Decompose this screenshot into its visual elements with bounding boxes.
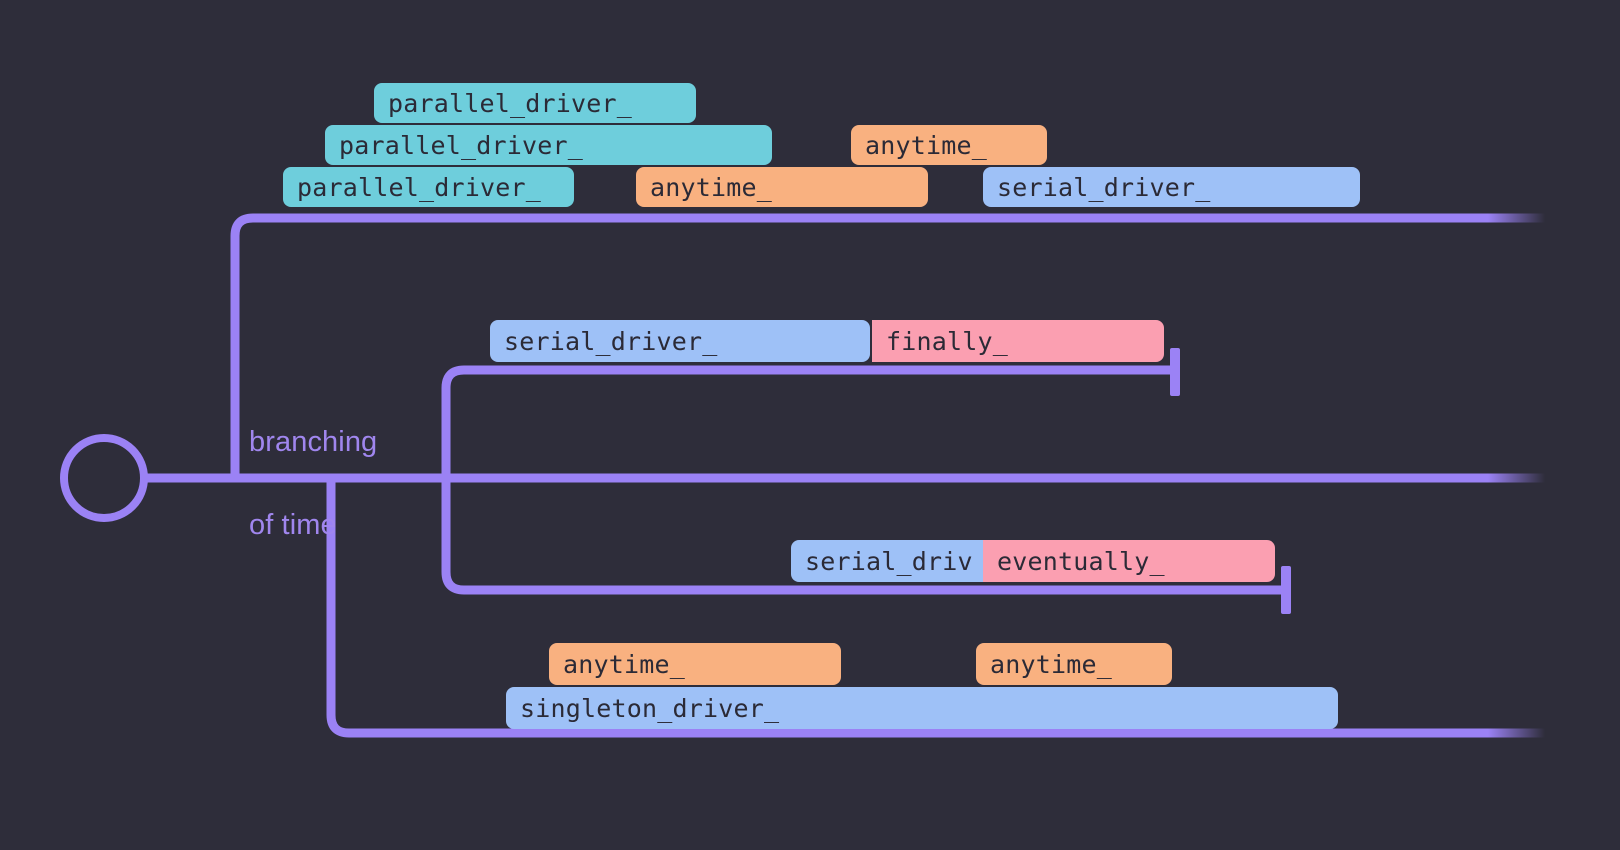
task-bar[interactable]: finally_ xyxy=(872,320,1164,362)
branch-main-fade xyxy=(1395,473,1545,483)
timeline-diagram: parallel_driver_ parallel_driver_ anytim… xyxy=(0,0,1620,850)
annotation-line-1: branching xyxy=(249,426,378,459)
task-bar[interactable]: parallel_driver_ xyxy=(374,83,696,123)
branch-top-fade xyxy=(1395,213,1545,223)
annotation-line-2: of time xyxy=(249,508,337,541)
task-bar[interactable]: singleton_driver_ xyxy=(506,687,1338,729)
task-bar[interactable]: anytime_ xyxy=(549,643,841,685)
task-bar[interactable]: parallel_driver_ xyxy=(283,167,574,207)
task-bar[interactable]: eventually_ xyxy=(983,540,1275,582)
task-bar[interactable]: serial_driver_ xyxy=(490,320,870,362)
task-bar[interactable]: anytime_ xyxy=(976,643,1172,685)
task-bar[interactable]: anytime_ xyxy=(636,167,928,207)
eventually-branch-terminator xyxy=(1281,566,1291,614)
task-bar[interactable]: serial_driv xyxy=(791,540,983,582)
task-bar[interactable]: serial_driver_ xyxy=(983,167,1360,207)
branch-finally-riser xyxy=(441,365,1175,478)
finally-branch-terminator xyxy=(1170,348,1180,396)
branch-bottom-fade xyxy=(1395,728,1545,738)
branching-of-time-annotation: branching of time xyxy=(249,381,449,587)
task-bar[interactable]: anytime_ xyxy=(851,125,1047,165)
origin-node[interactable] xyxy=(60,434,148,522)
task-bar[interactable]: parallel_driver_ xyxy=(325,125,772,165)
